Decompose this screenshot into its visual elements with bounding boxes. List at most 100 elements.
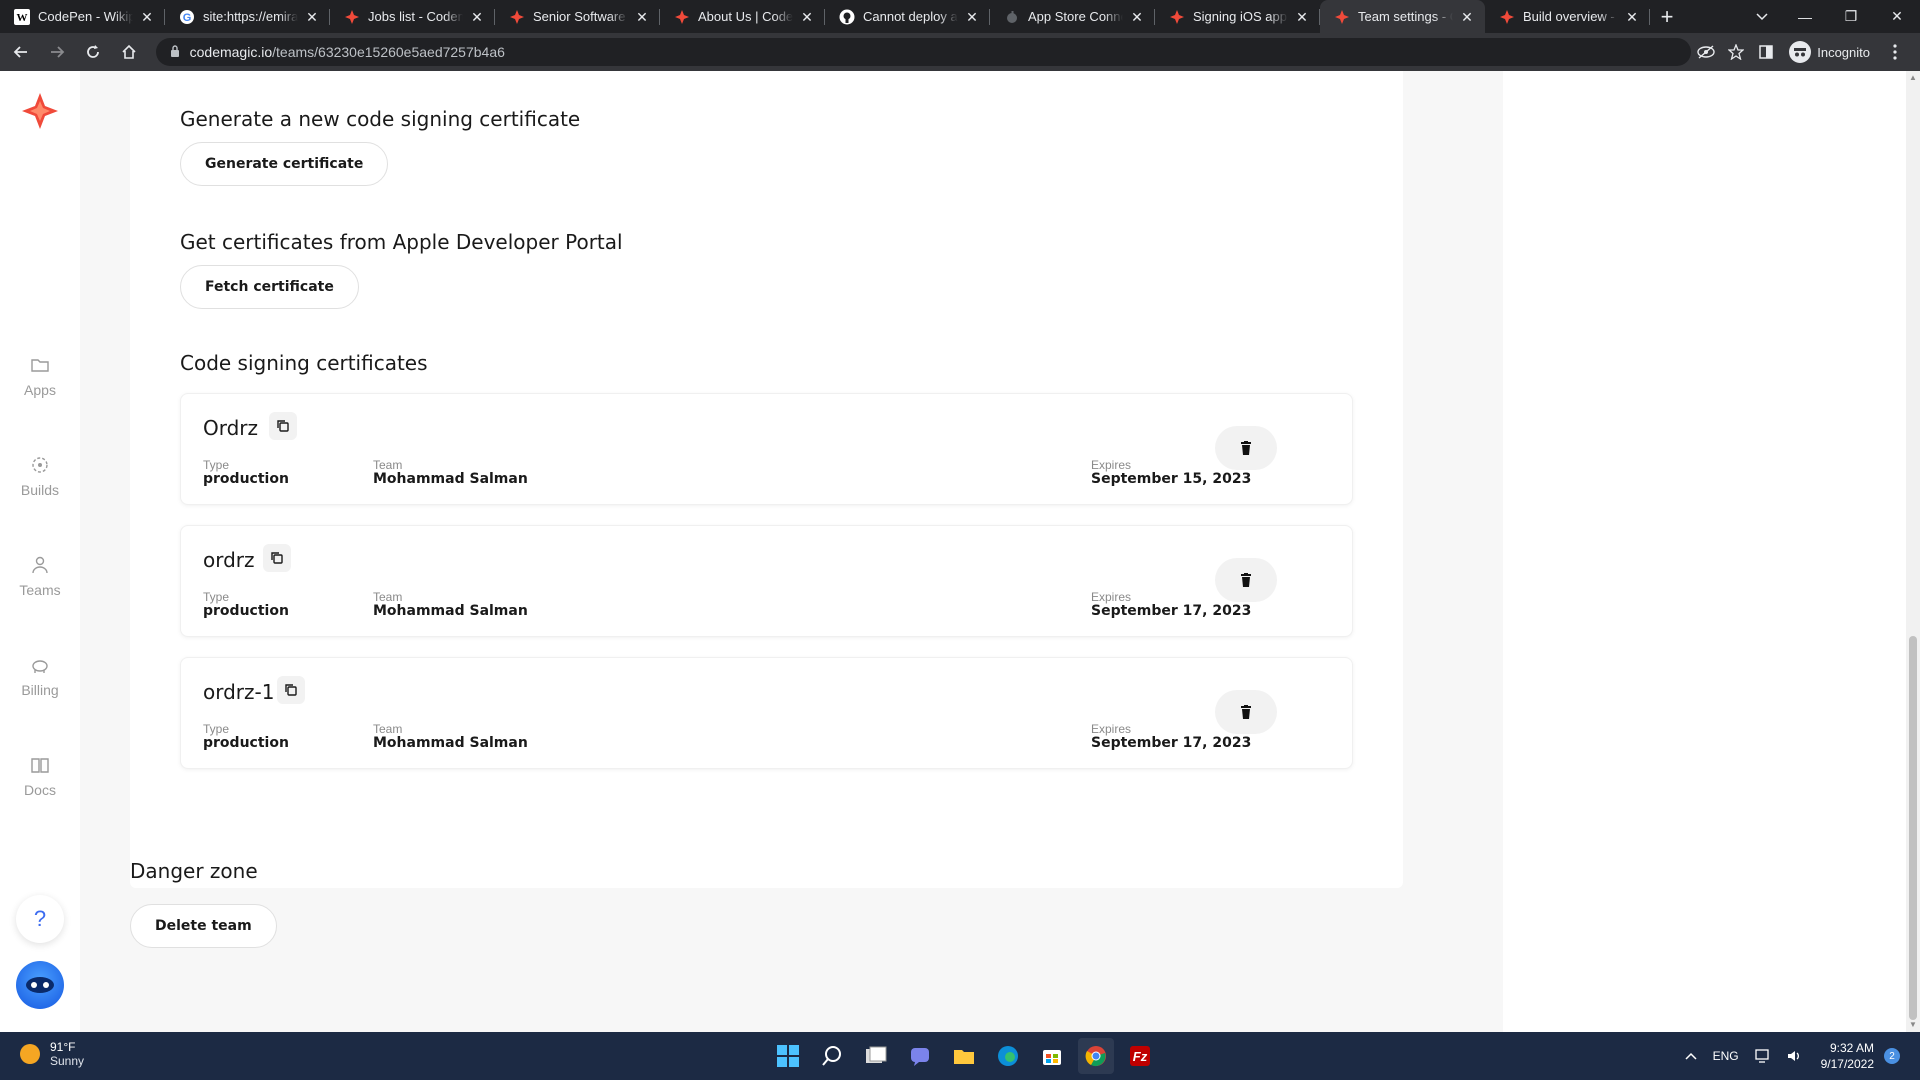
reload-icon[interactable]	[78, 37, 108, 67]
browser-tab[interactable]: Senior Software Engineer ✕	[495, 0, 660, 33]
fetch-section-title: Get certificates from Apple Developer Po…	[180, 230, 623, 254]
chrome-icon[interactable]	[1078, 1038, 1114, 1074]
minimize-icon[interactable]: —	[1782, 0, 1828, 33]
incognito-indicator[interactable]: Incognito	[1789, 41, 1870, 63]
codemagic-icon	[1169, 9, 1185, 25]
sidebar-item-apps[interactable]: Apps	[0, 354, 80, 398]
address-bar[interactable]: codemagic.io/teams/63230e15260e5aed7257b…	[155, 38, 1692, 66]
network-icon[interactable]	[1754, 1049, 1771, 1063]
copy-icon[interactable]	[277, 676, 305, 704]
incognito-icon	[1789, 41, 1812, 63]
delete-certificate-button[interactable]	[1215, 690, 1277, 734]
browser-tab[interactable]: Jobs list - Codemagic ✕	[330, 0, 495, 33]
sidebar-item-label: Teams	[19, 582, 61, 598]
sidebar-item-builds[interactable]: Builds	[0, 454, 80, 498]
chevron-down-icon[interactable]	[1742, 0, 1782, 33]
chevron-up-icon[interactable]	[1685, 1052, 1697, 1060]
kebab-menu-icon[interactable]	[1880, 37, 1910, 67]
type-value: production	[203, 735, 289, 751]
browser-tab-active[interactable]: Team settings - Codemagic ✕	[1320, 0, 1485, 33]
copy-icon[interactable]	[269, 412, 297, 440]
team-value: Mohammad Salman	[373, 603, 528, 619]
side-panel-icon[interactable]	[1751, 37, 1781, 67]
generate-certificate-button[interactable]: Generate certificate	[180, 142, 389, 186]
delete-certificate-button[interactable]	[1215, 426, 1277, 470]
close-icon[interactable]: ✕	[1294, 9, 1310, 25]
scrollbar-thumb[interactable]	[1909, 636, 1917, 1020]
certificate-card: ordrz-1 Type production Team Mohammad Sa…	[180, 657, 1353, 769]
type-label: Type	[203, 458, 230, 472]
certificate-name: ordrz-1	[203, 680, 275, 704]
svg-text:G: G	[183, 12, 192, 24]
search-icon[interactable]	[814, 1038, 850, 1074]
delete-certificate-button[interactable]	[1215, 558, 1277, 602]
sidebar-item-teams[interactable]: Teams	[0, 554, 80, 598]
close-icon[interactable]: ✕	[304, 9, 320, 25]
store-icon[interactable]	[1034, 1038, 1070, 1074]
home-icon[interactable]	[114, 37, 144, 67]
browser-tab[interactable]: App Store Connect ✕	[990, 0, 1155, 33]
close-icon[interactable]: ✕	[139, 9, 155, 25]
browser-toolbar: codemagic.io/teams/63230e15260e5aed7257b…	[0, 33, 1920, 71]
builds-icon	[29, 454, 51, 476]
close-icon[interactable]: ✕	[1129, 9, 1145, 25]
expires-value: September 15, 2023	[1091, 471, 1252, 487]
codemagic-icon	[509, 9, 525, 25]
team-value: Mohammad Salman	[373, 735, 528, 751]
scroll-up-icon[interactable]: ▲	[1909, 74, 1917, 82]
weather-widget[interactable]: 91°F Sunny	[20, 1040, 84, 1068]
close-icon[interactable]: ✕	[1459, 9, 1475, 25]
forward-icon[interactable]	[42, 37, 72, 67]
filezilla-icon[interactable]: Fz	[1122, 1038, 1158, 1074]
eye-off-icon[interactable]	[1691, 37, 1721, 67]
expires-value: September 17, 2023	[1091, 603, 1252, 619]
tab-title: About Us | Codemagic	[698, 9, 793, 24]
teams-chat-icon[interactable]	[902, 1038, 938, 1074]
copy-icon[interactable]	[263, 544, 291, 572]
fetch-certificate-button[interactable]: Fetch certificate	[180, 265, 359, 309]
task-view-icon[interactable]	[858, 1038, 894, 1074]
page-scrollbar[interactable]: ▲ ▼	[1906, 71, 1920, 1032]
certificate-name: ordrz	[203, 548, 255, 572]
windows-start-icon[interactable]	[770, 1038, 806, 1074]
clock[interactable]: 9:32 AM 9/17/2022	[1821, 1040, 1874, 1072]
codemagic-logo[interactable]	[20, 91, 60, 131]
help-button[interactable]: ?	[16, 895, 64, 943]
close-window-icon[interactable]: ✕	[1874, 0, 1920, 33]
back-icon[interactable]	[6, 37, 36, 67]
edge-browser-icon[interactable]	[990, 1038, 1026, 1074]
github-icon	[839, 9, 855, 25]
browser-tab[interactable]: About Us | Codemagic ✕	[660, 0, 825, 33]
tab-title: Build overview - Codemagic	[1523, 9, 1618, 24]
browser-tab[interactable]: W CodePen - Wikipedia ✕	[0, 0, 165, 33]
team-value: Mohammad Salman	[373, 471, 528, 487]
close-icon[interactable]: ✕	[469, 9, 485, 25]
close-icon[interactable]: ✕	[634, 9, 650, 25]
trash-icon	[1241, 441, 1251, 455]
type-label: Type	[203, 722, 230, 736]
star-icon[interactable]	[1721, 37, 1751, 67]
close-icon[interactable]: ✕	[1624, 9, 1640, 25]
file-explorer-icon[interactable]	[946, 1038, 982, 1074]
browser-tab[interactable]: Build overview - Codemagic ✕	[1485, 0, 1650, 33]
browser-tab[interactable]: Signing iOS apps - Codemagic ✕	[1155, 0, 1320, 33]
expires-value: September 17, 2023	[1091, 735, 1252, 751]
certificate-card: Ordrz Type production Team Mohammad Salm…	[180, 393, 1353, 505]
codemagic-icon	[1499, 9, 1515, 25]
volume-icon[interactable]	[1787, 1049, 1803, 1063]
sidebar-item-billing[interactable]: Billing	[0, 654, 80, 698]
browser-tab[interactable]: Cannot deploy app ✕	[825, 0, 990, 33]
restore-icon[interactable]: ❐	[1828, 0, 1874, 33]
new-tab-button[interactable]: +	[1650, 0, 1684, 33]
close-icon[interactable]: ✕	[799, 9, 815, 25]
certificate-name: Ordrz	[203, 416, 259, 440]
scroll-down-icon[interactable]: ▼	[1909, 1021, 1917, 1029]
browser-tab[interactable]: G site:https://emirates ✕	[165, 0, 330, 33]
close-icon[interactable]: ✕	[964, 9, 980, 25]
notification-badge[interactable]: 2	[1884, 1048, 1900, 1064]
chat-widget-button[interactable]	[16, 961, 64, 1009]
language-indicator[interactable]: ENG	[1713, 1049, 1739, 1063]
sidebar-item-docs[interactable]: Docs	[0, 754, 80, 798]
delete-team-button[interactable]: Delete team	[130, 904, 277, 948]
tab-title: CodePen - Wikipedia	[38, 9, 133, 24]
